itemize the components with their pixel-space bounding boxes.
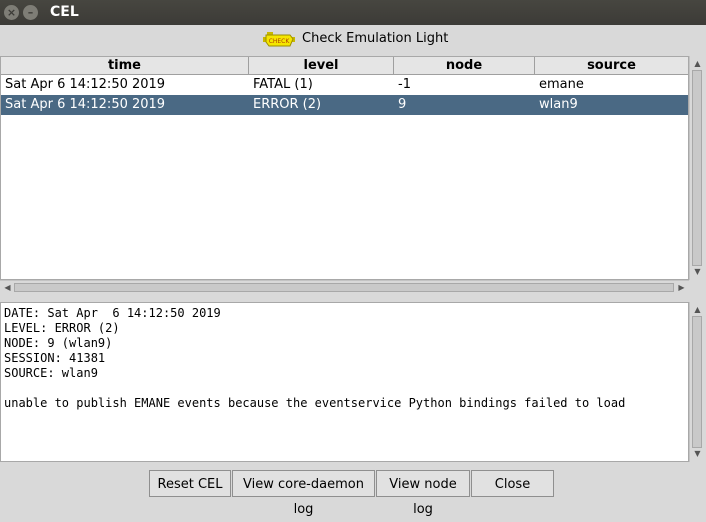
check-engine-icon: CHECK <box>263 32 295 47</box>
table-header: time level node source <box>1 57 688 75</box>
scroll-thumb[interactable] <box>14 283 674 292</box>
table-row[interactable]: Sat Apr 6 14:12:50 2019 FATAL (1) -1 ema… <box>1 75 688 95</box>
detail-level: LEVEL: ERROR (2) <box>4 321 120 335</box>
table-row[interactable]: Sat Apr 6 14:12:50 2019 ERROR (2) 9 wlan… <box>1 95 688 115</box>
title-bar: × – CEL <box>0 0 706 25</box>
cell-level: ERROR (2) <box>253 97 322 112</box>
event-detail-text[interactable]: DATE: Sat Apr 6 14:12:50 2019 LEVEL: ERRO… <box>0 302 689 462</box>
detail-blank-line <box>4 381 685 396</box>
scroll-down-icon[interactable]: ▼ <box>690 448 705 460</box>
detail-node: NODE: 9 (wlan9) <box>4 336 113 350</box>
event-table: time level node source Sat Apr 6 14:12:5… <box>0 56 689 280</box>
scroll-thumb[interactable] <box>692 70 702 266</box>
cell-source: wlan9 <box>539 97 578 112</box>
scroll-thumb[interactable] <box>692 316 702 448</box>
column-header-level[interactable]: level <box>249 57 394 75</box>
cell-source: emane <box>539 77 584 92</box>
scroll-up-icon[interactable]: ▲ <box>690 58 705 70</box>
close-button[interactable]: Close <box>471 470 554 497</box>
scroll-right-icon[interactable]: ▶ <box>674 282 689 294</box>
view-node-log-button[interactable]: View node log <box>376 470 470 517</box>
window-minimize-button[interactable]: – <box>23 5 38 20</box>
minimize-icon: – <box>27 6 34 19</box>
cell-level: FATAL (1) <box>253 77 313 92</box>
header-title: Check Emulation Light <box>302 31 449 46</box>
column-header-source[interactable]: source <box>535 57 688 75</box>
scroll-left-icon[interactable]: ◀ <box>0 282 15 294</box>
window-title: CEL <box>50 4 79 20</box>
table-body: Sat Apr 6 14:12:50 2019 FATAL (1) -1 ema… <box>1 75 688 115</box>
cell-node: 9 <box>398 97 407 112</box>
column-header-time[interactable]: time <box>1 57 249 75</box>
close-icon: × <box>6 6 17 19</box>
button-bar: Reset CEL View core-daemon log View node… <box>0 470 706 517</box>
scroll-down-icon[interactable]: ▼ <box>690 266 705 278</box>
detail-vertical-scrollbar[interactable]: ▲ ▼ <box>689 302 704 462</box>
scroll-up-icon[interactable]: ▲ <box>690 304 705 316</box>
cell-time: Sat Apr 6 14:12:50 2019 <box>5 97 166 112</box>
cel-header: CHECK Check Emulation Light <box>0 25 706 56</box>
detail-session: SESSION: 41381 <box>4 351 106 365</box>
table-vertical-scrollbar[interactable]: ▲ ▼ <box>689 56 704 280</box>
detail-message: unable to publish EMANE events because t… <box>4 396 626 410</box>
reset-cel-button[interactable]: Reset CEL <box>149 470 231 497</box>
window-close-button[interactable]: × <box>4 5 19 20</box>
detail-date: DATE: Sat Apr 6 14:12:50 2019 <box>4 306 221 320</box>
table-horizontal-scrollbar[interactable]: ◀ ▶ <box>0 280 689 294</box>
view-core-daemon-log-button[interactable]: View core-daemon log <box>232 470 375 517</box>
column-header-node[interactable]: node <box>394 57 535 75</box>
detail-source: SOURCE: wlan9 <box>4 366 98 380</box>
cell-time: Sat Apr 6 14:12:50 2019 <box>5 77 166 92</box>
cell-node: -1 <box>398 77 411 92</box>
check-icon-label: CHECK <box>269 38 291 45</box>
